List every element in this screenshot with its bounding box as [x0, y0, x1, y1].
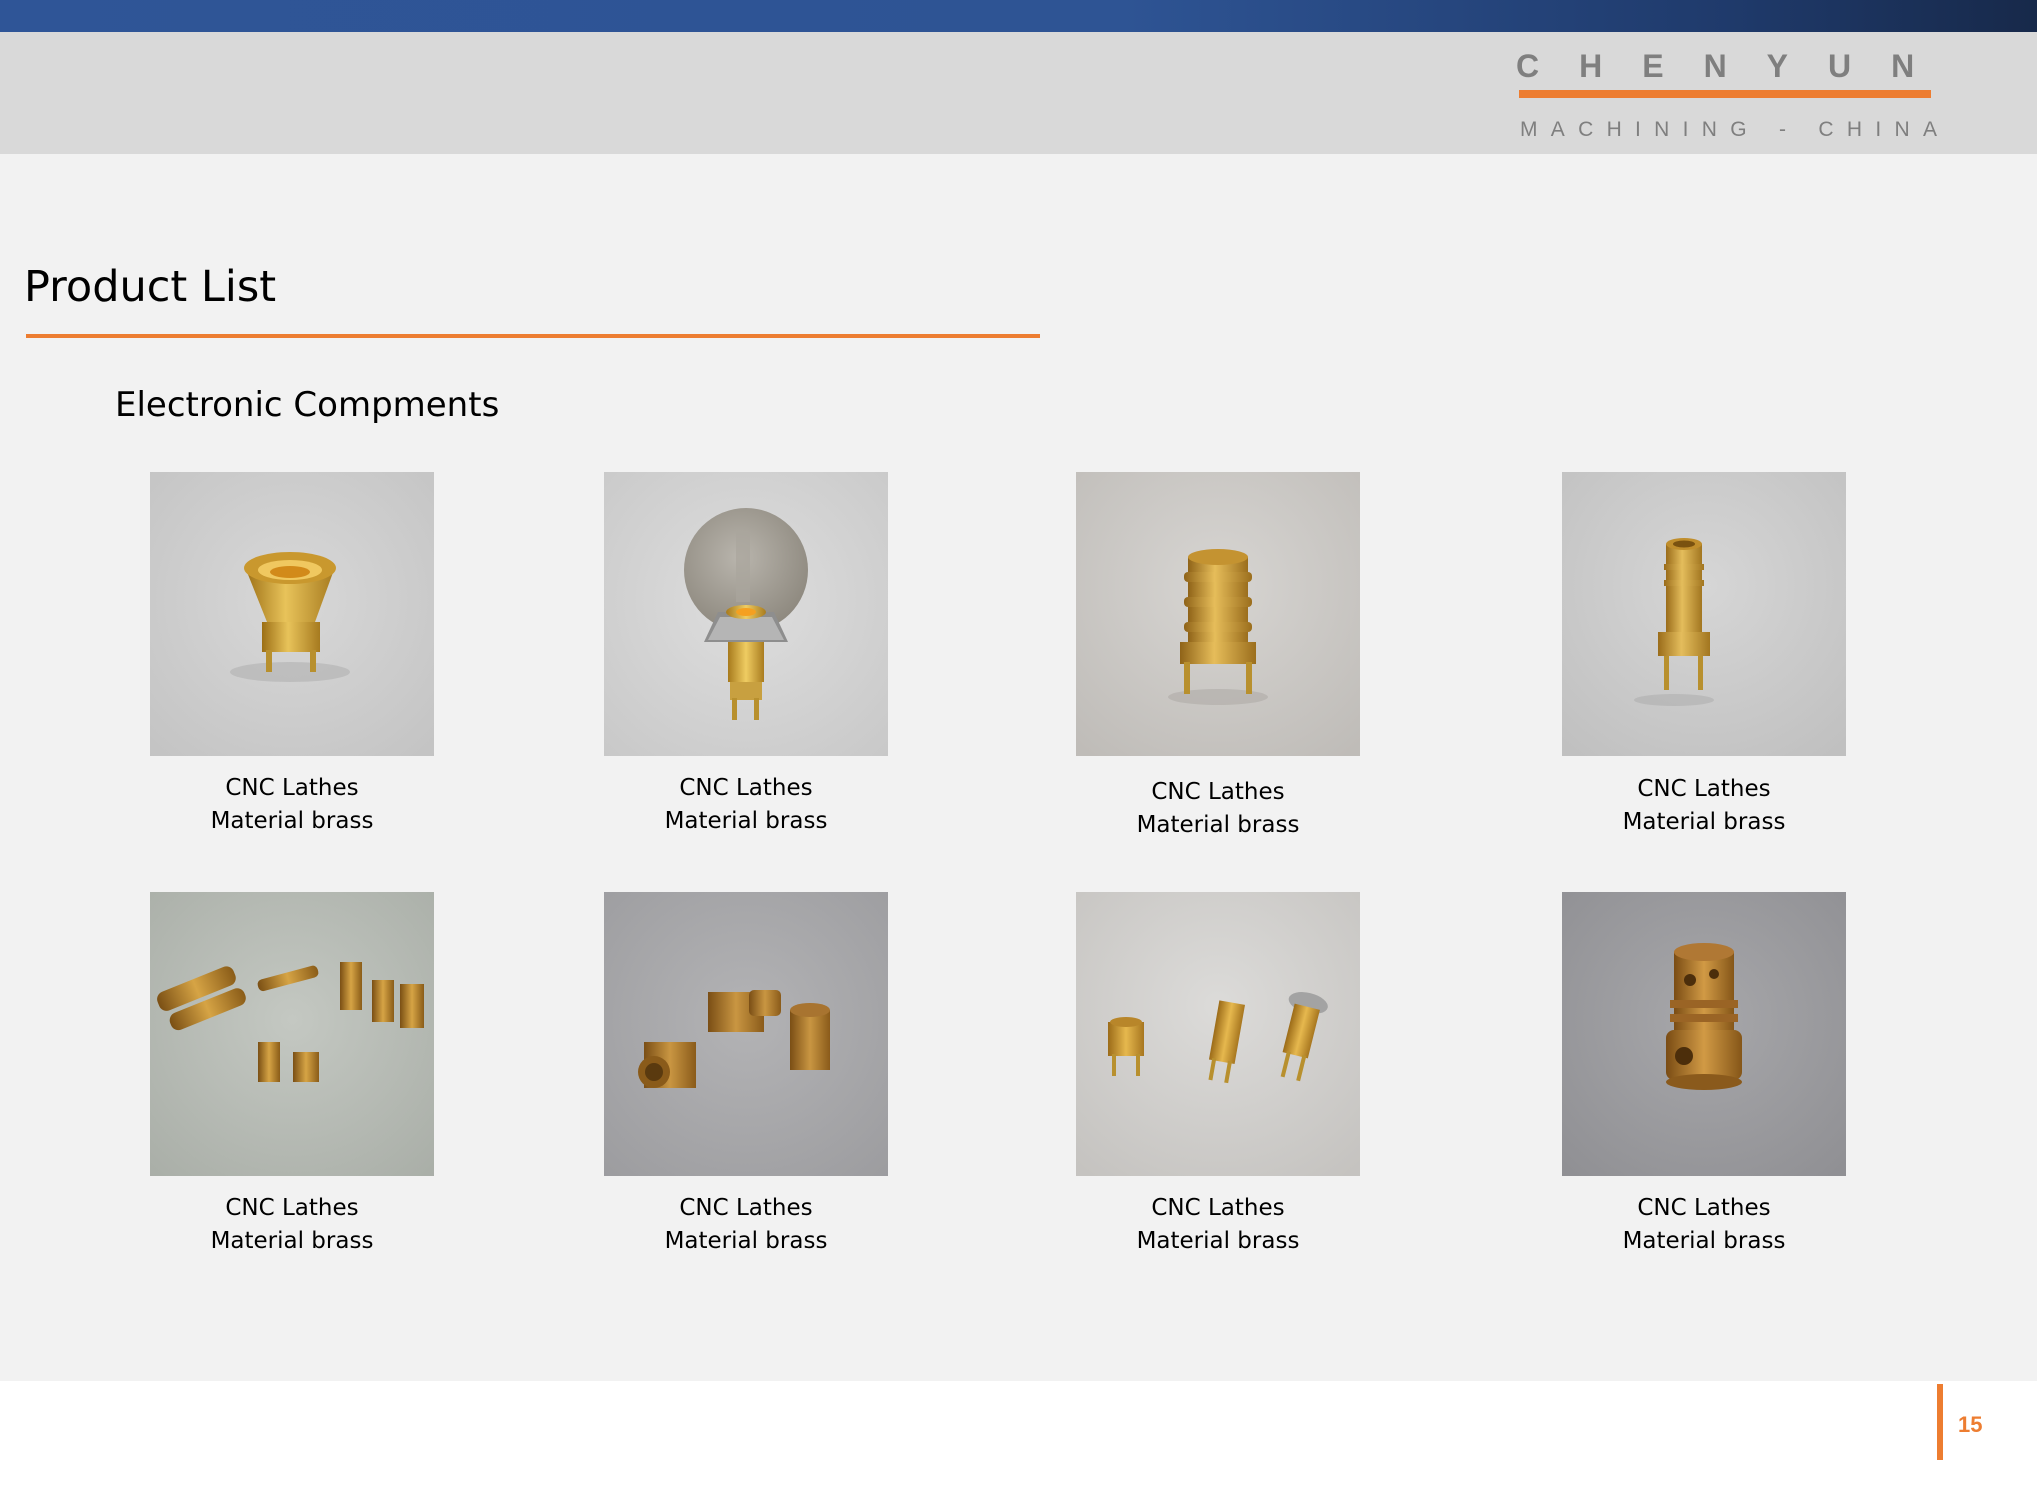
product-caption: CNC Lathes Material brass	[1036, 776, 1400, 842]
product-process: CNC Lathes	[225, 1195, 359, 1221]
product-card: CNC Lathes Material brass	[1562, 892, 1846, 1254]
product-process: CNC Lathes	[1637, 1195, 1771, 1221]
product-process: CNC Lathes	[679, 1195, 813, 1221]
title-underline	[26, 334, 1040, 338]
product-process: CNC Lathes	[679, 775, 813, 801]
product-material: Material brass	[1622, 1228, 1786, 1254]
product-material: Material brass	[1136, 1228, 1300, 1254]
product-card: CNC Lathes Material brass	[1076, 892, 1360, 1254]
product-caption: CNC Lathes Material brass	[110, 772, 474, 838]
product-caption: CNC Lathes Material brass	[564, 772, 928, 838]
product-card: CNC Lathes Material brass	[604, 892, 888, 1254]
brass-connector-with-coin-photo	[604, 472, 888, 756]
page-number: 15	[1958, 1412, 1983, 1437]
page-title: Product List	[24, 262, 277, 312]
top-color-bar	[0, 0, 2037, 32]
product-caption: CNC Lathes Material brass	[110, 1192, 474, 1258]
product-process: CNC Lathes	[225, 775, 359, 801]
product-card: CNC Lathes Material brass	[1562, 472, 1846, 835]
brand-name: CHENYUN	[1516, 48, 1955, 84]
page-number-marker	[1937, 1384, 1943, 1460]
product-caption: CNC Lathes Material brass	[564, 1192, 928, 1258]
brass-three-connectors-photo	[1076, 892, 1360, 1176]
brand-underline	[1519, 90, 1931, 98]
product-material: Material brass	[1622, 809, 1786, 835]
product-process: CNC Lathes	[1151, 1195, 1285, 1221]
product-material: Material brass	[664, 808, 828, 834]
brand-tagline: MACHINING - CHINA	[1520, 118, 1951, 141]
product-card: CNC Lathes Material brass	[604, 472, 888, 834]
product-process: CNC Lathes	[1151, 779, 1285, 805]
brass-parts-group-photo	[150, 892, 434, 1176]
product-process: CNC Lathes	[1637, 776, 1771, 802]
product-material: Material brass	[210, 1228, 374, 1254]
product-material: Material brass	[210, 808, 374, 834]
product-card: CNC Lathes Material brass	[150, 472, 434, 834]
section-title: Electronic Compments	[115, 385, 500, 425]
product-card: CNC Lathes Material brass	[1076, 472, 1360, 838]
brass-grooved-fitting-photo	[1562, 892, 1846, 1176]
brass-tall-connector-photo	[1562, 472, 1846, 756]
brass-funnel-connector-photo	[150, 472, 434, 756]
brand-logo: CHENYUN MACHINING - CHINA	[1512, 48, 1958, 141]
product-caption: CNC Lathes Material brass	[1522, 1192, 1886, 1258]
product-card: CNC Lathes Material brass	[150, 892, 434, 1254]
product-caption: CNC Lathes Material brass	[1036, 1192, 1400, 1258]
brass-ribbed-connector-photo	[1076, 472, 1360, 756]
product-material: Material brass	[1136, 812, 1300, 838]
product-material: Material brass	[664, 1228, 828, 1254]
product-caption: CNC Lathes Material brass	[1522, 773, 1886, 839]
brass-pcb-connectors-photo	[604, 892, 888, 1176]
